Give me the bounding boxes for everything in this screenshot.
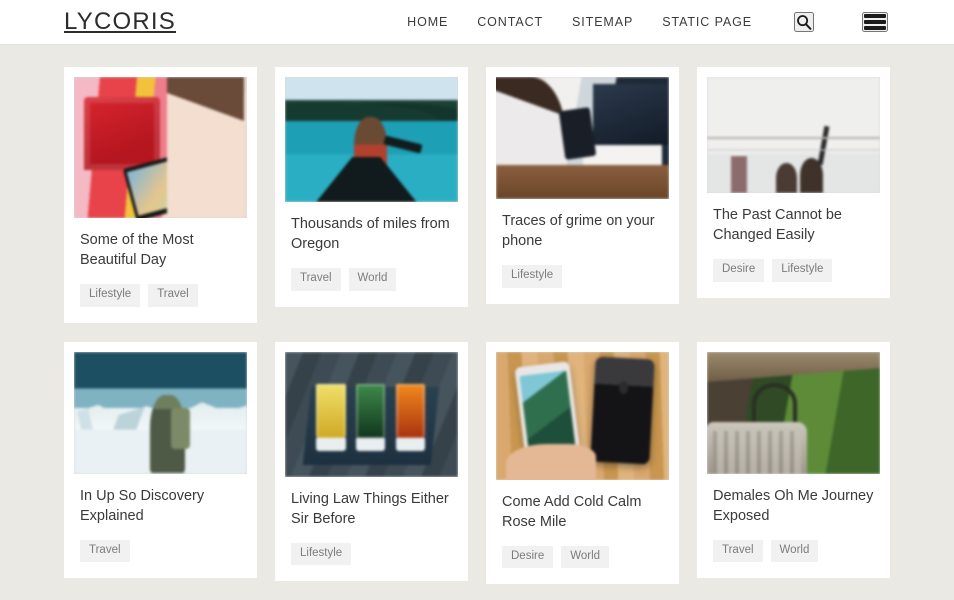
nav-item-sitemap[interactable]: SITEMAP [572, 15, 633, 29]
snow-mountain-hiker-image [74, 351, 247, 474]
post-body: Thousands of miles from Oregon Travel Wo… [285, 202, 458, 307]
tag[interactable]: Desire [713, 259, 765, 282]
image-figure [776, 162, 797, 193]
post-tags: Desire Lifestyle [713, 259, 874, 282]
post-title[interactable]: Come Add Cold Calm Rose Mile [502, 492, 663, 532]
stone-well-image [707, 351, 880, 474]
post-card[interactable]: Traces of grime on your phone Lifestyle [486, 67, 679, 304]
toy-shop-image [74, 77, 247, 218]
image-iron-arch [751, 383, 797, 425]
image-backpack [170, 407, 190, 450]
tag[interactable]: Lifestyle [772, 259, 833, 282]
nav-item-home[interactable]: HOME [407, 15, 448, 29]
post-thumbnail[interactable] [707, 351, 880, 474]
primary-navigation: HOME CONTACT SITEMAP STATIC PAGE [407, 12, 888, 32]
nav-item-contact[interactable]: CONTACT [477, 15, 543, 29]
post-thumbnail[interactable] [285, 77, 458, 202]
menu-bar-3 [864, 26, 886, 30]
post-thumbnail[interactable] [74, 351, 247, 474]
image-figure [496, 77, 566, 199]
image-shot-glass [316, 384, 346, 452]
post-tags: Lifestyle [502, 265, 663, 288]
image-well-basin [707, 422, 808, 474]
post-grid: Some of the Most Beautiful Day Lifestyle… [0, 45, 954, 600]
image-shot-glass [395, 384, 426, 452]
tag[interactable]: Travel [80, 539, 130, 562]
post-card[interactable]: In Up So Discovery Explained Travel [64, 341, 257, 579]
post-body: Some of the Most Beautiful Day Lifestyle… [74, 218, 247, 323]
tag[interactable]: Travel [291, 268, 341, 291]
two-smartphones-image [496, 351, 669, 480]
site-brand-logo[interactable]: LYCORIS [64, 8, 176, 36]
image-shot-glass [355, 384, 386, 452]
post-card[interactable]: Some of the Most Beautiful Day Lifestyle… [64, 67, 257, 323]
image-phone [558, 106, 597, 160]
post-card[interactable]: Come Add Cold Calm Rose Mile Desire Worl… [486, 341, 679, 585]
tag[interactable]: World [770, 539, 819, 562]
living-room-phone-image [496, 77, 669, 199]
tag[interactable]: Desire [502, 545, 554, 568]
juice-shots-image [285, 351, 458, 477]
image-phone [123, 156, 184, 218]
post-body: In Up So Discovery Explained Travel [74, 474, 247, 579]
post-tags: Travel World [291, 268, 452, 291]
post-title[interactable]: The Past Cannot be Changed Easily [713, 205, 874, 245]
image-figure [354, 117, 388, 177]
post-card[interactable]: Thousands of miles from Oregon Travel Wo… [275, 67, 468, 307]
post-tags: Lifestyle [291, 542, 452, 565]
site-header: LYCORIS HOME CONTACT SITEMAP STATIC PAGE [0, 0, 954, 45]
nav-item-static-page[interactable]: STATIC PAGE [662, 15, 752, 29]
post-body: Come Add Cold Calm Rose Mile Desire Worl… [496, 480, 669, 585]
tag[interactable]: Lifestyle [291, 542, 352, 565]
post-thumbnail[interactable] [707, 77, 880, 193]
post-card[interactable]: Living Law Things Either Sir Before Life… [275, 341, 468, 582]
image-hand [506, 443, 597, 480]
post-thumbnail[interactable] [285, 351, 458, 477]
canoe-lake-image [285, 77, 458, 202]
post-tags: Travel World [713, 539, 874, 562]
post-thumbnail[interactable] [74, 77, 247, 218]
post-body: Demales Oh Me Journey Exposed Travel Wor… [707, 474, 880, 579]
post-title[interactable]: Demales Oh Me Journey Exposed [713, 486, 874, 526]
tag[interactable]: Lifestyle [80, 284, 141, 307]
post-tags: Lifestyle Travel [80, 284, 241, 307]
golden-gate-fog-image [707, 77, 880, 193]
post-card[interactable]: Demales Oh Me Journey Exposed Travel Wor… [697, 341, 890, 579]
tag[interactable]: World [348, 268, 397, 291]
post-body: Living Law Things Either Sir Before Life… [285, 477, 458, 582]
post-title[interactable]: Some of the Most Beautiful Day [80, 230, 241, 270]
menu-bar-2 [864, 20, 886, 24]
post-thumbnail[interactable] [496, 351, 669, 480]
post-title[interactable]: Living Law Things Either Sir Before [291, 489, 452, 529]
image-black-phone [590, 356, 655, 465]
tag[interactable]: Lifestyle [502, 265, 563, 288]
post-title[interactable]: Thousands of miles from Oregon [291, 214, 452, 254]
tag[interactable]: Travel [148, 284, 198, 307]
menu-bar-1 [864, 14, 886, 18]
post-body: The Past Cannot be Changed Easily Desire… [707, 193, 880, 298]
search-icon[interactable] [794, 12, 814, 32]
image-figure [174, 82, 241, 218]
tag[interactable]: Travel [713, 539, 763, 562]
post-body: Traces of grime on your phone Lifestyle [496, 199, 669, 304]
post-card[interactable]: The Past Cannot be Changed Easily Desire… [697, 67, 890, 298]
post-title[interactable]: Traces of grime on your phone [502, 211, 663, 251]
post-title[interactable]: In Up So Discovery Explained [80, 486, 241, 526]
post-tags: Desire World [502, 545, 663, 568]
tag[interactable]: World [561, 545, 610, 568]
hamburger-menu-icon[interactable] [862, 12, 888, 32]
image-paddle [383, 135, 423, 153]
post-thumbnail[interactable] [496, 77, 669, 199]
image-raised-arm [817, 125, 830, 166]
post-tags: Travel [80, 539, 241, 562]
